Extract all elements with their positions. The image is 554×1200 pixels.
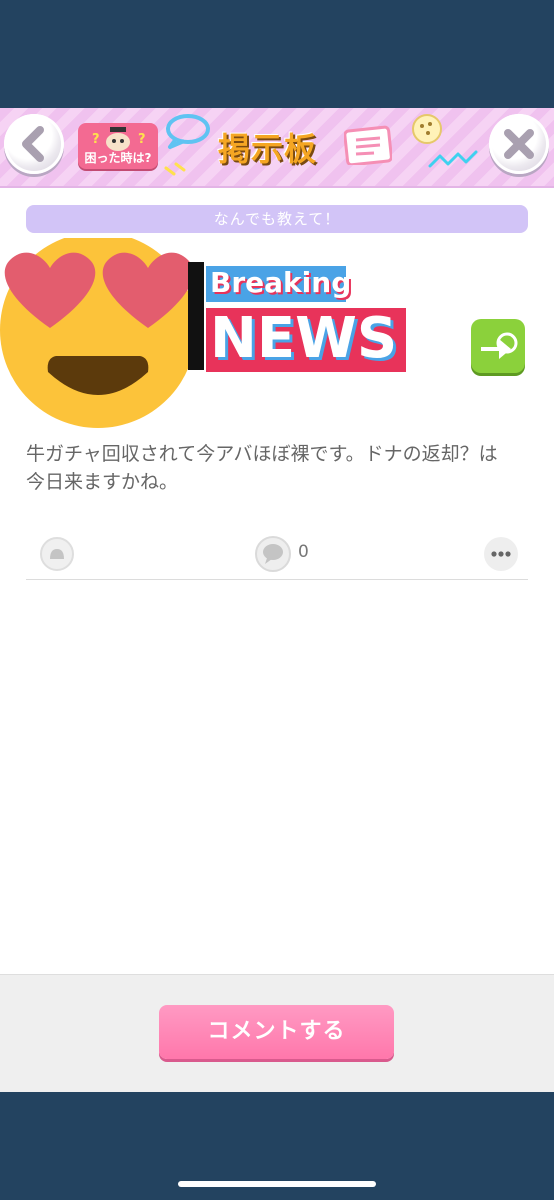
page-title: 掲示板 <box>218 130 318 168</box>
share-button[interactable] <box>471 319 525 373</box>
squiggle-icon <box>428 150 478 168</box>
divider <box>26 579 528 580</box>
cookie-icon <box>412 114 442 144</box>
sparkle-lines-icon <box>164 162 186 176</box>
back-button[interactable] <box>4 114 64 174</box>
comment-button[interactable] <box>255 536 291 572</box>
comment-bubble-icon <box>263 544 283 564</box>
write-comment-button[interactable]: コメントする <box>159 1005 394 1059</box>
help-label: 困った時は? <box>84 151 152 165</box>
post-image[interactable]: Breaking NEWS <box>0 238 420 438</box>
close-button[interactable] <box>489 114 549 174</box>
news-text: NEWS <box>210 306 398 371</box>
svg-text:?: ? <box>138 132 146 147</box>
top-frame <box>0 0 554 108</box>
ellipsis-icon <box>491 551 511 557</box>
home-indicator[interactable] <box>178 1181 376 1187</box>
post-body-text: 牛ガチャ回収されて今アバほぼ裸です。ドナの返却？は今日来ますかね。 <box>26 443 498 493</box>
avatar-placeholder-icon <box>50 549 64 559</box>
comment-count: 0 <box>298 542 309 562</box>
close-icon <box>504 129 534 159</box>
notice-board-icon <box>344 125 392 165</box>
help-button[interactable]: ? ? 困った時は? <box>78 123 158 169</box>
more-options-button[interactable] <box>484 537 518 571</box>
breaking-text: Breaking <box>210 266 352 299</box>
speech-bubble-icon <box>166 114 210 149</box>
user-avatar[interactable] <box>40 537 74 571</box>
svg-text:?: ? <box>92 132 100 147</box>
chevron-left-icon <box>22 126 44 162</box>
category-tag: なんでも教えて！ <box>26 205 528 233</box>
share-arrow-icon <box>481 332 518 359</box>
heart-eyes-emoji-icon <box>0 238 196 428</box>
